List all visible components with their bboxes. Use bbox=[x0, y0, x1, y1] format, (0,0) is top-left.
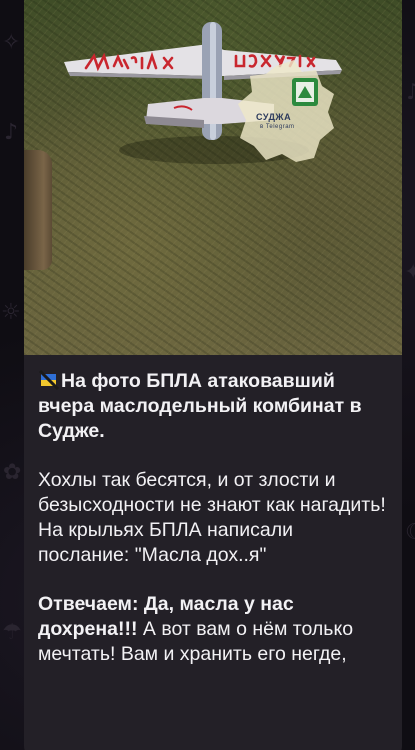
message-text: На фото БПЛА атаковавший вчера маслодель… bbox=[24, 355, 402, 667]
message-bubble[interactable]: СУДЖА в Telegram На фото БПЛА атаковавши… bbox=[24, 0, 402, 750]
background-doodle: ☼ bbox=[1, 300, 21, 325]
message-paragraph-3: Отвечаем: Да, масла у нас дохрена!!! А в… bbox=[38, 592, 388, 667]
watermark-title: СУДЖА bbox=[256, 112, 292, 122]
background-doodle: ♪ bbox=[4, 120, 19, 145]
background-doodle: ✿ bbox=[3, 460, 22, 485]
background-doodle: ♫ bbox=[404, 80, 415, 105]
background-doodle: ☂ bbox=[2, 620, 22, 645]
watermark-label: СУДЖА в Telegram bbox=[256, 112, 295, 132]
headline-text: На фото БПЛА атаковавший вчера маслодель… bbox=[38, 370, 362, 442]
background-doodle: ✦ bbox=[404, 260, 415, 285]
ukraine-flag-slash-icon bbox=[38, 369, 60, 391]
watermark-subtitle: в Telegram bbox=[260, 124, 295, 130]
background-doodle: ✧ bbox=[2, 30, 21, 55]
message-headline: На фото БПЛА атаковавший вчера маслодель… bbox=[38, 369, 388, 444]
background-doodle: ☾ bbox=[405, 520, 415, 545]
message-photo[interactable]: СУДЖА в Telegram bbox=[24, 0, 402, 355]
drone-image bbox=[64, 22, 342, 164]
chat-screen: ✧ ♪ ☼ ✿ ☂ ♫ ✦ ☾ СУДЖА в Telegram На фото… bbox=[0, 0, 415, 750]
message-paragraph-2: Хохлы так бесятся, и от злости и безысхо… bbox=[38, 469, 386, 566]
